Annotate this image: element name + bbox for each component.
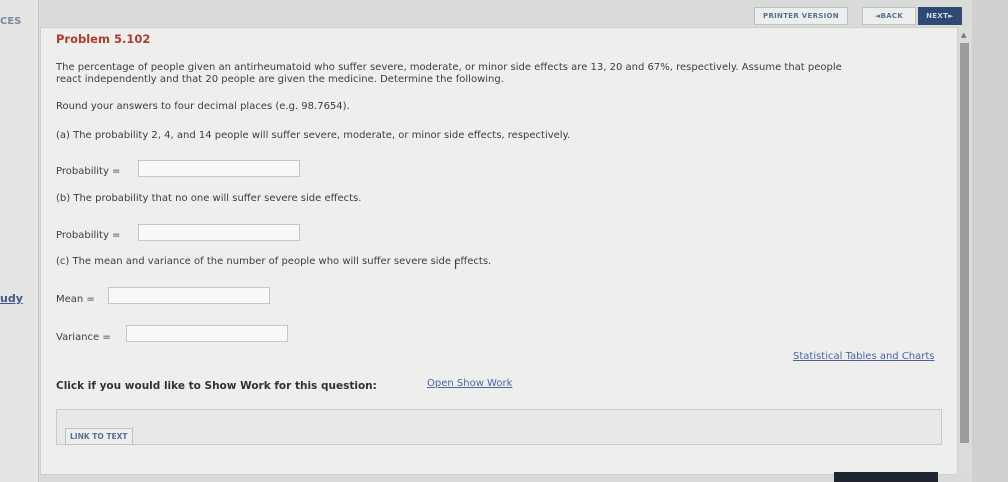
variance-label: Variance = xyxy=(56,332,111,343)
vertical-scrollbar[interactable]: ▲ xyxy=(958,27,972,473)
part-a-text: (a) The probability 2, 4, and 14 people … xyxy=(56,130,571,141)
scroll-up-icon[interactable]: ▲ xyxy=(961,31,966,39)
printer-version-button[interactable]: PRINTER VERSION xyxy=(754,7,848,25)
nav-resources-label[interactable]: CES xyxy=(0,16,21,27)
part-b-text: (b) The probability that no one will suf… xyxy=(56,193,362,204)
statement-line-1: The percentage of people given an antirh… xyxy=(56,62,842,73)
problem-title: Problem 5.102 xyxy=(56,32,151,46)
problem-statement: The percentage of people given an antirh… xyxy=(56,62,946,86)
question-panel xyxy=(40,27,958,475)
statistical-tables-link[interactable]: Statistical Tables and Charts xyxy=(793,351,935,362)
next-button[interactable]: NEXT► xyxy=(918,7,962,25)
nav-study-link[interactable]: udy xyxy=(0,292,23,305)
back-button[interactable]: ◄BACK xyxy=(862,7,916,25)
resources-box: LINK TO TEXT xyxy=(56,409,942,445)
show-work-prompt: Click if you would like to Show Work for… xyxy=(56,380,377,392)
scrollbar-thumb[interactable] xyxy=(960,43,969,443)
prob-a-input[interactable] xyxy=(138,160,300,177)
rounding-instruction: Round your answers to four decimal place… xyxy=(56,101,350,112)
variance-input[interactable] xyxy=(126,325,288,342)
part-c-text: (c) The mean and variance of the number … xyxy=(56,256,492,267)
prob-b-label: Probability = xyxy=(56,230,121,241)
link-to-text-button[interactable]: LINK TO TEXT xyxy=(65,428,133,445)
open-show-work-link[interactable]: Open Show Work xyxy=(427,378,512,389)
mean-label: Mean = xyxy=(56,294,95,305)
prob-b-input[interactable] xyxy=(138,224,300,241)
prob-a-label: Probability = xyxy=(56,166,121,177)
left-nav-panel: CES udy xyxy=(0,0,39,482)
statement-line-2: react independently and that 20 people a… xyxy=(56,74,504,85)
text-cursor-icon: I xyxy=(454,259,458,272)
window-edge xyxy=(972,0,1008,482)
top-toolbar: PRINTER VERSION ◄BACK NEXT► xyxy=(38,0,978,27)
mean-input[interactable] xyxy=(108,287,270,304)
taskbar-fragment xyxy=(834,472,938,482)
